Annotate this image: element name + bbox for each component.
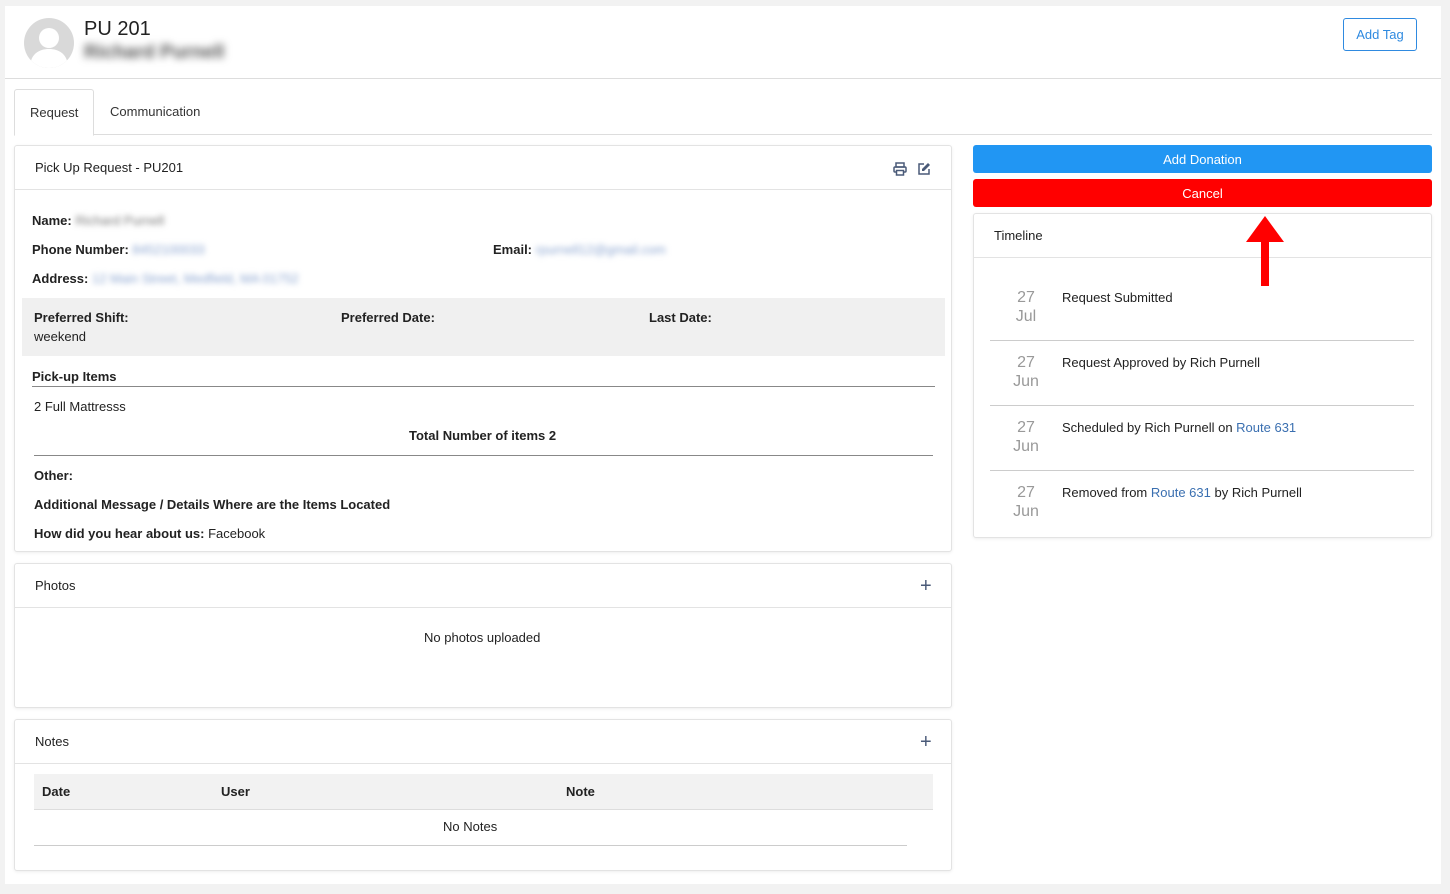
photos-card-header: Photos + (15, 564, 951, 608)
timeline-item: 27 Jun Scheduled by Rich Purnell on Rout… (990, 406, 1414, 471)
email-value[interactable]: rpurnell12@gmail.com (536, 242, 666, 257)
notes-empty-message: No Notes (443, 819, 498, 834)
route-link[interactable]: Route 631 (1151, 485, 1211, 500)
item-row: 2 Full Mattresss (34, 399, 126, 414)
notes-card-title: Notes (35, 734, 69, 749)
name-value: Richard Purnell (75, 213, 165, 228)
name-row: Name: Richard Purnell (32, 213, 164, 228)
photos-card-title: Photos (35, 578, 76, 593)
timeline-text: Scheduled by Rich Purnell on Route 631 (1062, 420, 1296, 435)
timeline-day: 27 (1017, 289, 1035, 306)
timeline-month: Jun (1013, 503, 1039, 520)
request-card-header: Pick Up Request - PU201 (15, 146, 951, 190)
hear-row: How did you hear about us: Facebook (34, 526, 265, 541)
divider (34, 455, 933, 456)
hear-value: Facebook (208, 526, 266, 541)
timeline-card: Timeline 27 Jul Request Submitted 27 Jun… (973, 213, 1432, 538)
timeline-text-part: by Rich Purnell (1210, 485, 1302, 500)
requester-name: Richard Purnell (84, 42, 225, 63)
column-header-note[interactable]: Note (566, 784, 595, 799)
last-date-label: Last Date: (649, 310, 712, 325)
timeline-item: 27 Jul Request Submitted (990, 276, 1414, 341)
timeline-item: 27 Jun Request Approved by Rich Purnell (990, 341, 1414, 406)
timeline-month: Jun (1013, 438, 1039, 455)
user-avatar-icon (24, 18, 74, 68)
tab-bar: Request Communication (14, 89, 1432, 136)
phone-row: Phone Number: 8452100033 (32, 242, 205, 257)
column-header-date[interactable]: Date (42, 784, 70, 799)
address-label: Address: (32, 271, 89, 286)
timeline-month: Jun (1013, 373, 1039, 390)
phone-value[interactable]: 8452100033 (132, 242, 204, 257)
timeline-text: Removed from Route 631 by Rich Purnell (1062, 485, 1302, 500)
page-title: PU 201 (84, 18, 151, 40)
timeline-date: 27 Jun (1010, 418, 1042, 456)
timeline-card-header: Timeline (974, 214, 1431, 258)
notes-card-header: Notes + (15, 720, 951, 764)
timeline-text: Request Approved by Rich Purnell (1062, 355, 1261, 370)
timeline-date: 27 Jul (1010, 288, 1042, 326)
hear-label: How did you hear about us: (34, 526, 205, 541)
tab-communication[interactable]: Communication (95, 89, 215, 135)
total-items: Total Number of items 2 (409, 428, 557, 443)
preferred-date-label: Preferred Date: (341, 310, 435, 325)
timeline-text: Request Submitted (1062, 290, 1173, 305)
up-arrow-annotation-icon (1246, 216, 1284, 286)
divider (34, 845, 907, 846)
email-label: Email: (493, 242, 533, 257)
timeline-date: 27 Jun (1010, 353, 1042, 391)
timeline-item: 27 Jun Removed from Route 631 by Rich Pu… (990, 471, 1414, 536)
print-icon[interactable] (893, 146, 907, 190)
route-link[interactable]: Route 631 (1236, 420, 1296, 435)
shift-label: Preferred Shift: (34, 310, 129, 325)
timeline-day: 27 (1017, 419, 1035, 436)
timeline-day: 27 (1017, 484, 1035, 501)
timeline-text-part: Removed from (1062, 485, 1151, 500)
page: PU 201 Richard Purnell Add Tag Request C… (5, 6, 1441, 884)
timeline-title: Timeline (994, 228, 1043, 243)
address-row: Address: 12 Main Street, Medfield, MA 01… (32, 271, 299, 286)
divider (32, 386, 935, 387)
other-label: Other: (34, 468, 73, 483)
header: PU 201 Richard Purnell Add Tag (5, 6, 1441, 79)
notes-card: Notes + Date User Note No Notes (14, 719, 952, 871)
shift-bar: Preferred Shift: weekend Preferred Date:… (22, 298, 945, 356)
add-photo-plus-icon[interactable]: + (920, 564, 932, 608)
name-label: Name: (32, 213, 72, 228)
items-heading: Pick-up Items (32, 369, 117, 384)
email-row: Email: rpurnell12@gmail.com (493, 242, 666, 257)
phone-label: Phone Number: (32, 242, 129, 257)
message-label: Additional Message / Details Where are t… (34, 497, 391, 512)
timeline-month: Jul (1015, 308, 1037, 325)
edit-icon[interactable] (917, 146, 931, 190)
timeline-text-part: Scheduled by Rich Purnell on (1062, 420, 1237, 435)
photos-empty-message: No photos uploaded (424, 630, 541, 645)
shift-value: weekend (34, 329, 87, 344)
tab-request[interactable]: Request (14, 89, 95, 136)
request-card: Pick Up Request - PU201 Name: Richard Pu… (14, 145, 952, 552)
add-note-plus-icon[interactable]: + (920, 720, 932, 764)
timeline-date: 27 Jun (1010, 483, 1042, 521)
address-value[interactable]: 12 Main Street, Medfield, MA 01752 (92, 271, 299, 286)
column-header-user[interactable]: User (221, 784, 250, 799)
add-tag-button[interactable]: Add Tag (1343, 18, 1417, 51)
cancel-button[interactable]: Cancel (973, 179, 1432, 207)
request-card-title: Pick Up Request - PU201 (35, 160, 184, 175)
notes-table-header: Date User Note (34, 774, 933, 810)
photos-card: Photos + No photos uploaded (14, 563, 952, 708)
add-donation-button[interactable]: Add Donation (973, 145, 1432, 173)
timeline-day: 27 (1017, 354, 1035, 371)
